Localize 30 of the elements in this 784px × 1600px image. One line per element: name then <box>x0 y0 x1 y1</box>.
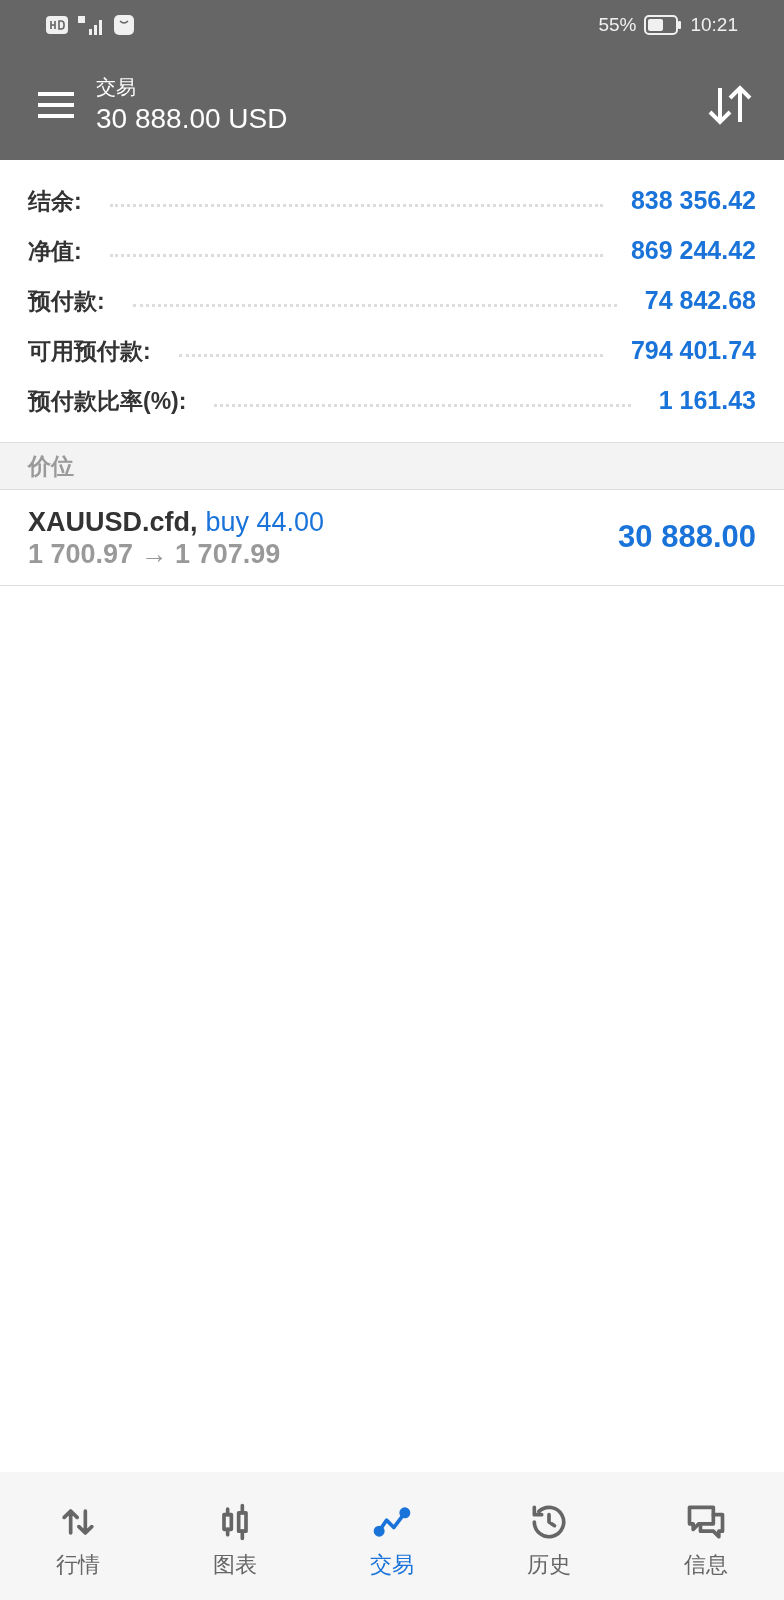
battery-icon <box>644 15 683 35</box>
nav-tab[interactable]: 交易 <box>332 1491 452 1581</box>
screen-title: 交易 <box>96 75 137 100</box>
summary-value: 869 244.42 <box>630 235 756 267</box>
clock-time: 10:21 <box>690 12 738 37</box>
nav-tab[interactable]: 信息 <box>645 1491 766 1581</box>
summary-label: 可用预付款: <box>28 336 151 366</box>
summary-label: 预付款: <box>28 286 105 316</box>
position-row[interactable]: XAUUSD.cfd, buy 44.00 1 700.97 → 1 707.99 30 888.00 <box>0 490 784 586</box>
position-order: buy 44.00 <box>205 505 325 538</box>
nav-tab[interactable]: 历史 <box>488 1491 609 1581</box>
summary-value: 838 356.42 <box>630 185 756 217</box>
summary-value: 1 161.43 <box>658 385 756 417</box>
position-profit: 30 888.00 <box>618 518 756 557</box>
account-balance: 30 888.00 USD <box>96 102 289 136</box>
nav-tab[interactable]: 行情 <box>18 1491 139 1581</box>
summary-value: 794 401.74 <box>630 335 756 367</box>
position-symbol: XAUUSD.cfd, <box>28 505 198 538</box>
sort-icon <box>707 84 753 126</box>
position-prices: 1 700.97 → 1 707.99 <box>28 537 282 570</box>
nav-tab[interactable]: 图表 <box>175 1491 296 1581</box>
hd-icon <box>46 16 68 34</box>
summary-label: 净值: <box>28 236 82 266</box>
summary-label: 预付款比率(%): <box>28 386 187 416</box>
summary-label: 结余: <box>28 186 82 216</box>
section-title: 价位 <box>28 451 74 481</box>
summary-value: 74 842.68 <box>644 285 756 317</box>
menu-icon <box>37 91 75 119</box>
app-icon <box>114 15 134 35</box>
battery-percent: 55% <box>598 12 637 37</box>
